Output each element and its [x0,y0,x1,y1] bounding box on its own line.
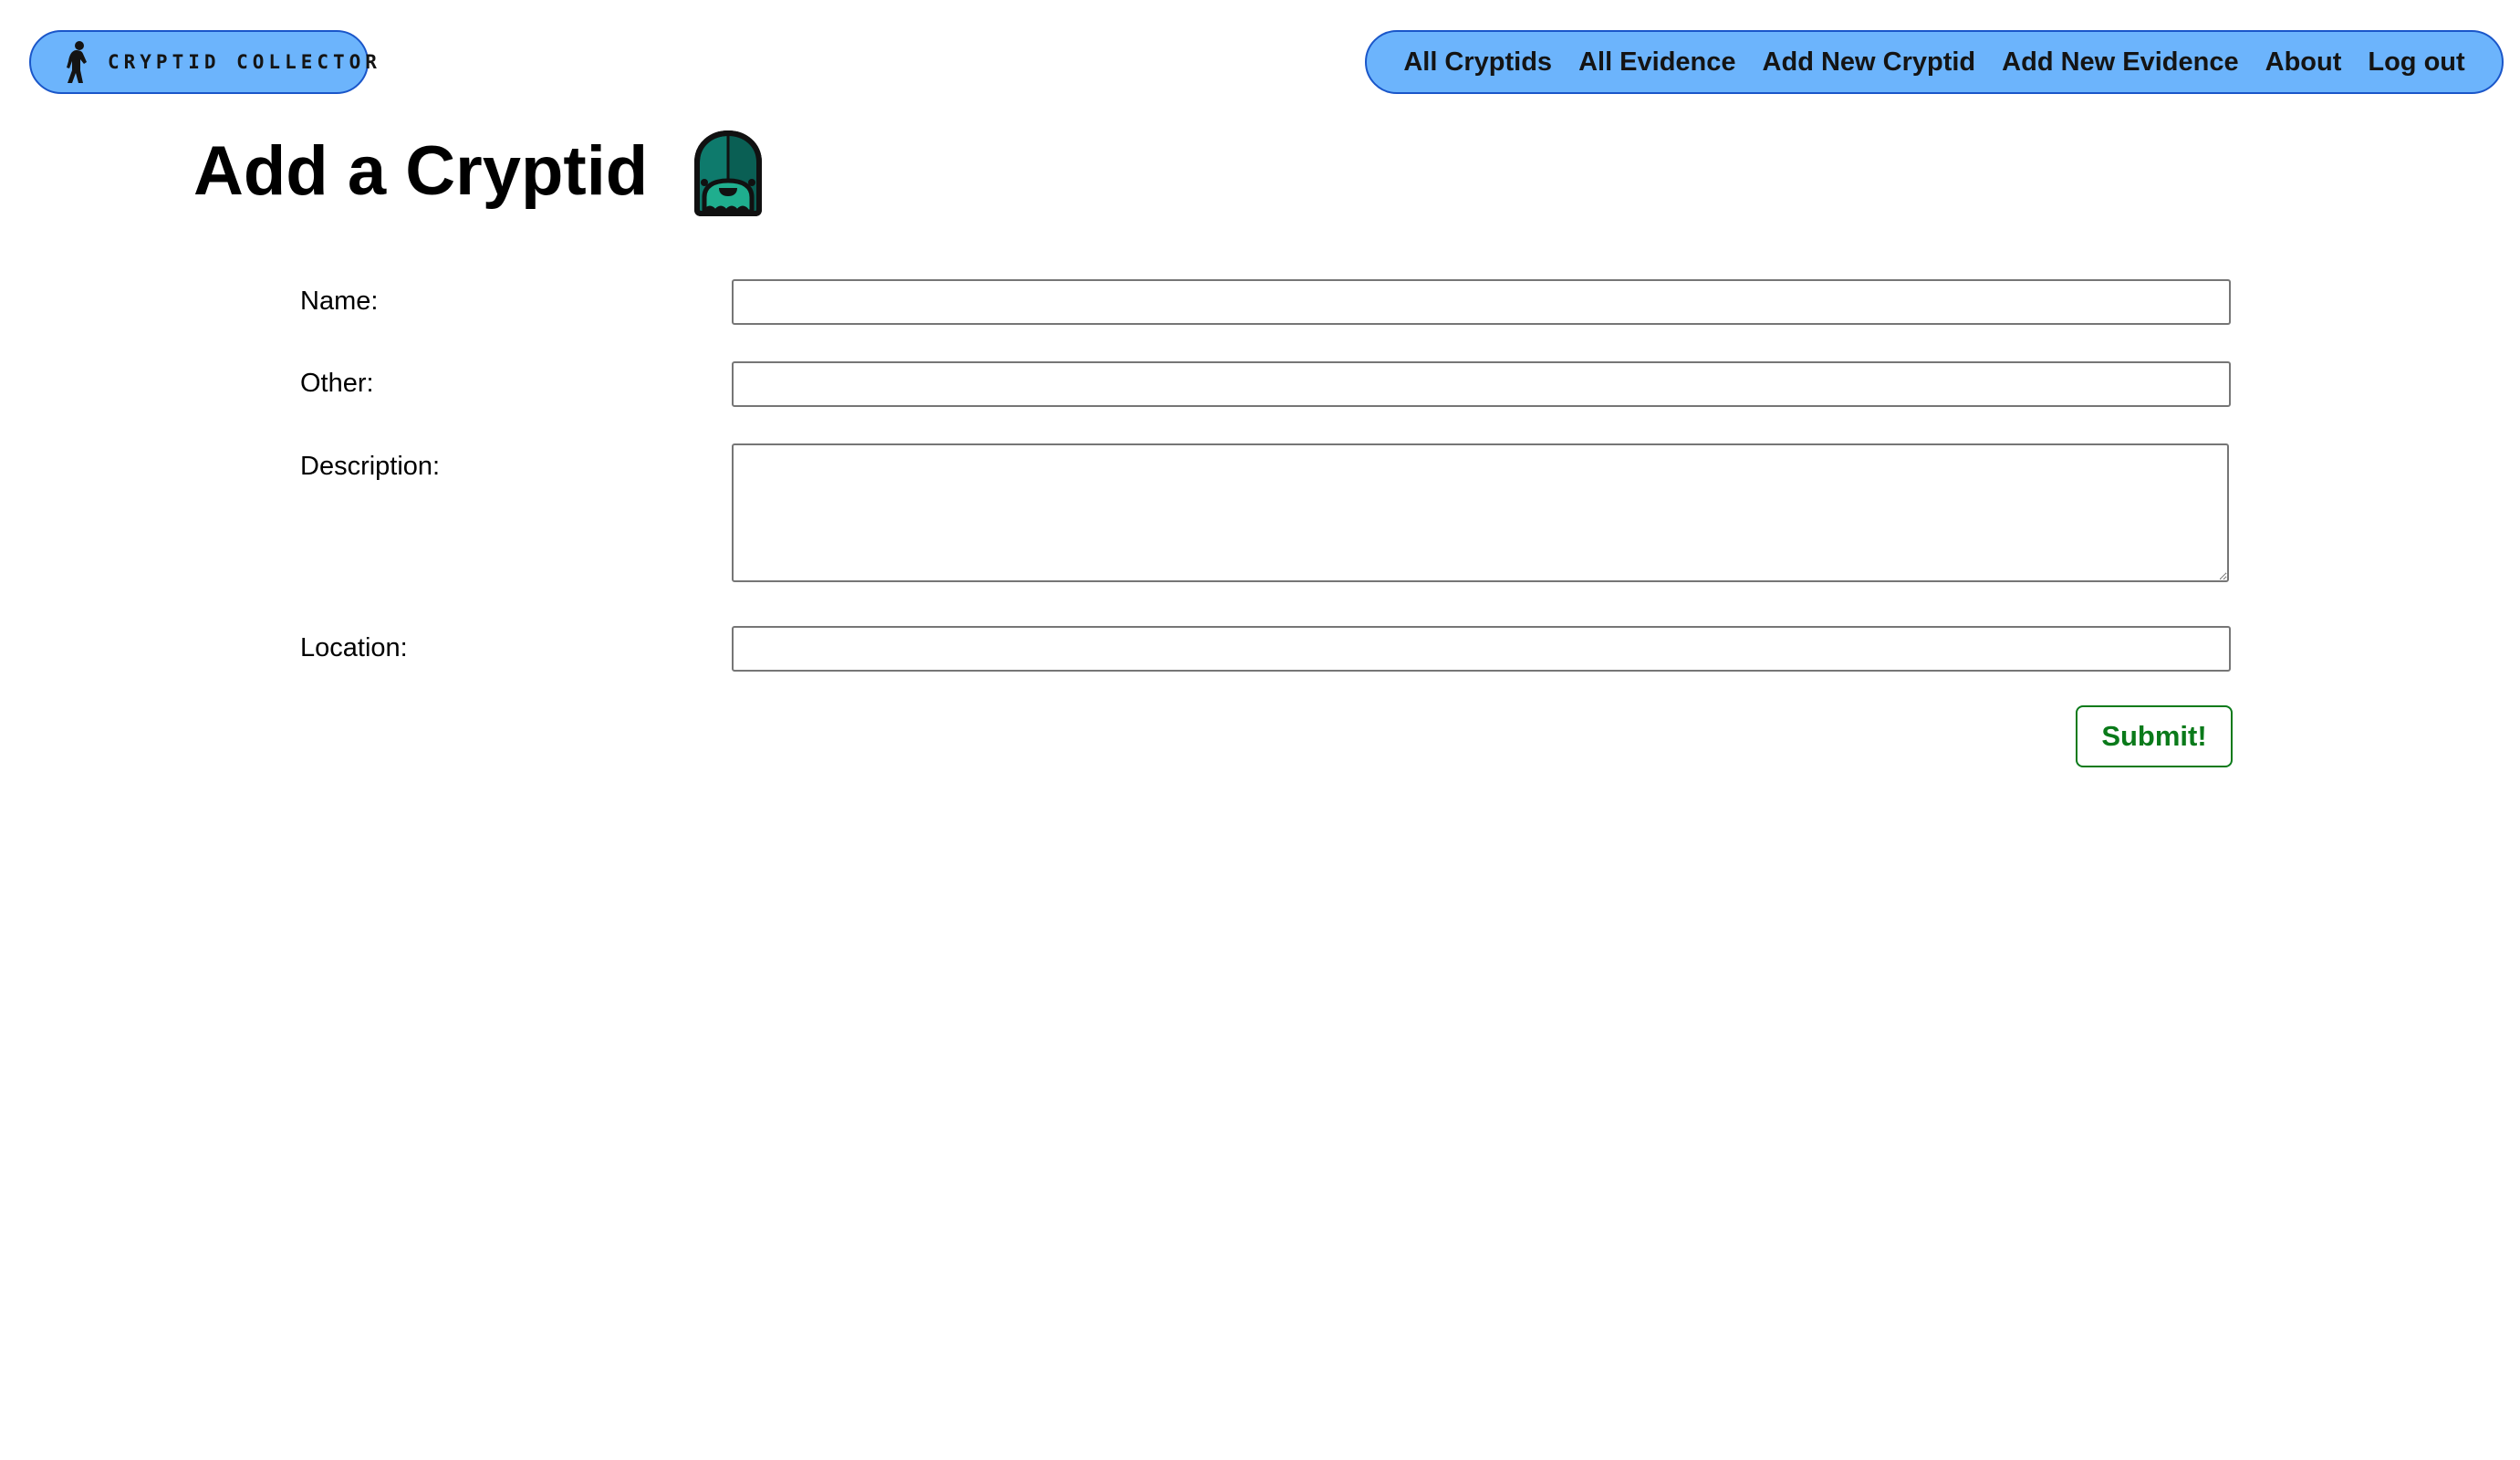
cryptid-creature-icon [694,130,763,216]
page-title: Add a Cryptid [193,132,649,210]
nav-all-evidence[interactable]: All Evidence [1578,47,1735,78]
nav-add-new-evidence[interactable]: Add New Evidence [2002,47,2238,78]
submit-button[interactable]: Submit! [2076,705,2233,767]
nav-add-new-cryptid[interactable]: Add New Cryptid [1763,47,1976,78]
page-heading: Add a Cryptid [193,126,765,217]
add-cryptid-form: Name: Other: Description: Location: Subm… [0,0,2520,1460]
other-input[interactable] [732,361,2231,407]
location-label: Location: [300,633,408,662]
nav-all-cryptids[interactable]: All Cryptids [1403,47,1552,78]
bigfoot-icon [67,41,87,83]
name-label: Name: [300,287,379,316]
logo-text: CRYPTID COLLECTOR [108,51,381,73]
nav-about[interactable]: About [2265,47,2342,78]
location-input[interactable] [732,626,2231,672]
home-logo-link[interactable]: CRYPTID COLLECTOR [29,30,377,94]
description-textarea[interactable] [732,443,2229,582]
description-label: Description: [300,452,441,481]
other-label: Other: [300,369,374,398]
nav-log-out[interactable]: Log out [2368,47,2464,78]
top-navigation-bar: CRYPTID COLLECTOR All Cryptids All Evide… [0,0,2520,128]
name-input[interactable] [732,279,2231,325]
main-nav: All Cryptids All Evidence Add New Crypti… [1365,30,2504,94]
